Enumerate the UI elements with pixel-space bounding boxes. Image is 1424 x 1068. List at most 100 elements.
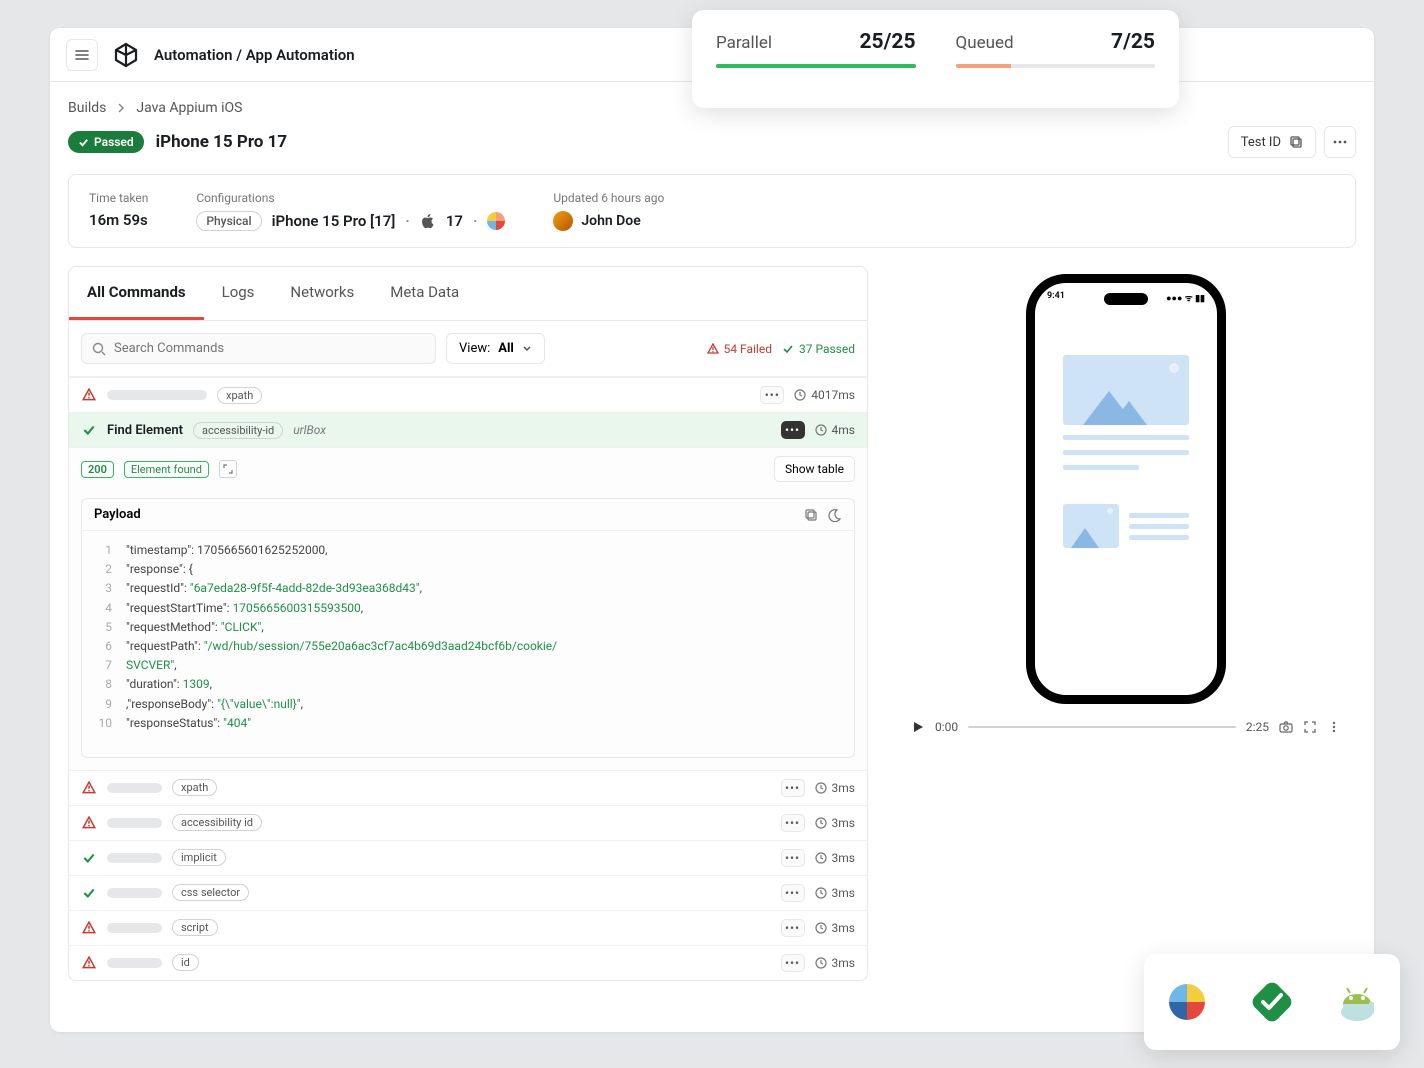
row-actions[interactable]: ••• bbox=[781, 779, 805, 797]
row-actions[interactable]: ••• bbox=[781, 884, 805, 902]
play-icon[interactable] bbox=[911, 720, 925, 734]
copy-icon[interactable] bbox=[804, 508, 818, 522]
strategy-tag: implicit bbox=[172, 849, 226, 866]
command-row[interactable]: implicit ••• 3ms bbox=[69, 840, 867, 875]
status-badge-text: Passed bbox=[94, 135, 134, 149]
view-label: View: bbox=[459, 341, 490, 356]
camera-icon[interactable] bbox=[1279, 720, 1293, 734]
command-row[interactable]: id ••• 3ms bbox=[69, 945, 867, 980]
video-player: 0:00 2:25 bbox=[911, 720, 1341, 734]
tab-networks[interactable]: Networks bbox=[272, 267, 372, 320]
os-version: 17 bbox=[446, 212, 463, 230]
chevron-right-icon bbox=[116, 103, 126, 113]
search-input[interactable] bbox=[114, 341, 425, 356]
parallel-label: Parallel bbox=[716, 33, 772, 53]
fullscreen-icon[interactable] bbox=[1303, 720, 1317, 734]
app-window: Automation / App Automation Builds Java … bbox=[50, 28, 1374, 1032]
title-row: Passed iPhone 15 Pro 17 Test ID bbox=[68, 126, 1356, 158]
time-taken-label: Time taken bbox=[89, 191, 148, 205]
failed-count: 54 Failed bbox=[707, 342, 772, 356]
updated-label: Updated 6 hours ago bbox=[553, 191, 664, 205]
warning-icon bbox=[81, 920, 97, 936]
seek-bar[interactable] bbox=[968, 726, 1236, 728]
row-actions[interactable]: ••• bbox=[781, 421, 805, 439]
strategy-tag: script bbox=[172, 919, 218, 936]
command-row[interactable]: xpath ••• 4017ms bbox=[69, 377, 867, 412]
statusbar: 9:41 ●●● ᯤ ▮▮ bbox=[1047, 291, 1205, 304]
search-icon bbox=[92, 342, 106, 356]
integration-icon-1 bbox=[1163, 978, 1211, 1026]
row-actions[interactable]: ••• bbox=[781, 849, 805, 867]
search-box[interactable] bbox=[81, 333, 436, 364]
row-actions[interactable]: ••• bbox=[781, 814, 805, 832]
passed-count: 37 Passed bbox=[782, 342, 855, 356]
check-icon bbox=[81, 850, 97, 866]
test-id-button[interactable]: Test ID bbox=[1228, 126, 1316, 158]
view-dropdown[interactable]: View: All bbox=[446, 333, 545, 364]
command-row-selected[interactable]: Find Element accessibility-id urlBox •••… bbox=[69, 412, 867, 447]
status-code: 200 bbox=[81, 461, 114, 478]
skeleton-text bbox=[107, 958, 162, 968]
duration: 3ms bbox=[815, 956, 855, 970]
command-row[interactable]: xpath•••3ms bbox=[69, 770, 867, 805]
expand-icon[interactable] bbox=[219, 460, 237, 478]
more-actions-button[interactable] bbox=[1324, 126, 1356, 158]
dots-vertical-icon[interactable] bbox=[1327, 720, 1341, 734]
row-actions[interactable]: ••• bbox=[760, 386, 784, 404]
row-actions[interactable]: ••• bbox=[781, 919, 805, 937]
duration: 3ms bbox=[815, 781, 855, 795]
dots-horizontal-icon bbox=[1332, 134, 1348, 150]
page-title: iPhone 15 Pro 17 bbox=[156, 132, 288, 152]
queued-bar bbox=[956, 64, 1012, 68]
session-info-card: Time taken 16m 59s Configurations Physic… bbox=[68, 174, 1356, 248]
current-time: 0:00 bbox=[935, 720, 958, 734]
parallel-stat: Parallel 25/25 bbox=[716, 30, 916, 92]
command-list: xpath ••• 4017ms Find Element accessibil… bbox=[69, 377, 867, 980]
warning-icon bbox=[81, 815, 97, 831]
command-row[interactable]: accessibility id•••3ms bbox=[69, 805, 867, 840]
image-placeholder bbox=[1063, 504, 1119, 548]
duration: 3ms bbox=[815, 851, 855, 865]
command-row[interactable]: script ••• 3ms bbox=[69, 910, 867, 945]
commands-panel: All Commands Logs Networks Meta Data Vie… bbox=[68, 266, 868, 981]
tabs: All Commands Logs Networks Meta Data bbox=[69, 267, 867, 321]
stats-card: Parallel 25/25 Queued 7/25 bbox=[692, 10, 1179, 108]
avatar bbox=[553, 211, 573, 231]
breadcrumb-current: Java Appium iOS bbox=[136, 100, 242, 116]
browser-icon bbox=[487, 212, 505, 230]
command-row[interactable]: css selector•••3ms bbox=[69, 875, 867, 910]
page-path: Automation / App Automation bbox=[154, 46, 355, 64]
clock-icon bbox=[815, 424, 827, 436]
app-logo bbox=[112, 41, 140, 69]
skeleton-text bbox=[107, 390, 207, 400]
duration: 4ms bbox=[815, 423, 855, 437]
total-time: 2:25 bbox=[1246, 720, 1269, 734]
theme-icon[interactable] bbox=[828, 508, 842, 522]
duration: 3ms bbox=[815, 921, 855, 935]
hamburger-icon bbox=[74, 47, 90, 63]
breadcrumb-root[interactable]: Builds bbox=[68, 100, 106, 116]
skeleton-text bbox=[107, 818, 162, 828]
tab-meta-data[interactable]: Meta Data bbox=[372, 267, 477, 320]
content-area: Builds Java Appium iOS Passed iPhone 15 … bbox=[50, 82, 1374, 999]
queued-value: 7/25 bbox=[1111, 30, 1155, 54]
strategy-tag: id bbox=[172, 954, 199, 971]
chevron-down-icon bbox=[522, 344, 532, 354]
check-icon bbox=[782, 343, 794, 355]
device-name: iPhone 15 Pro [17] bbox=[272, 212, 396, 230]
row-actions[interactable]: ••• bbox=[781, 954, 805, 972]
filter-bar: View: All 54 Failed 37 Passed bbox=[69, 321, 867, 377]
show-table-button[interactable]: Show table bbox=[774, 456, 855, 482]
tab-logs[interactable]: Logs bbox=[204, 267, 273, 320]
payload-card: Payload 1"timestamp": 170566560162525200… bbox=[81, 498, 855, 758]
device-frame: 9:41 ●●● ᯤ ▮▮ bbox=[1026, 274, 1226, 704]
signal-icons: ●●● ᯤ ▮▮ bbox=[1166, 291, 1205, 304]
strategy-tag: accessibility-id bbox=[193, 422, 283, 439]
tab-all-commands[interactable]: All Commands bbox=[69, 267, 204, 320]
menu-button[interactable] bbox=[66, 39, 98, 71]
queued-label: Queued bbox=[956, 33, 1014, 53]
strategy-tag: accessibility id bbox=[172, 814, 262, 831]
command-detail: 200 Element found Show table Payload bbox=[69, 447, 867, 770]
image-placeholder bbox=[1063, 355, 1189, 425]
locator-value: urlBox bbox=[293, 423, 326, 437]
